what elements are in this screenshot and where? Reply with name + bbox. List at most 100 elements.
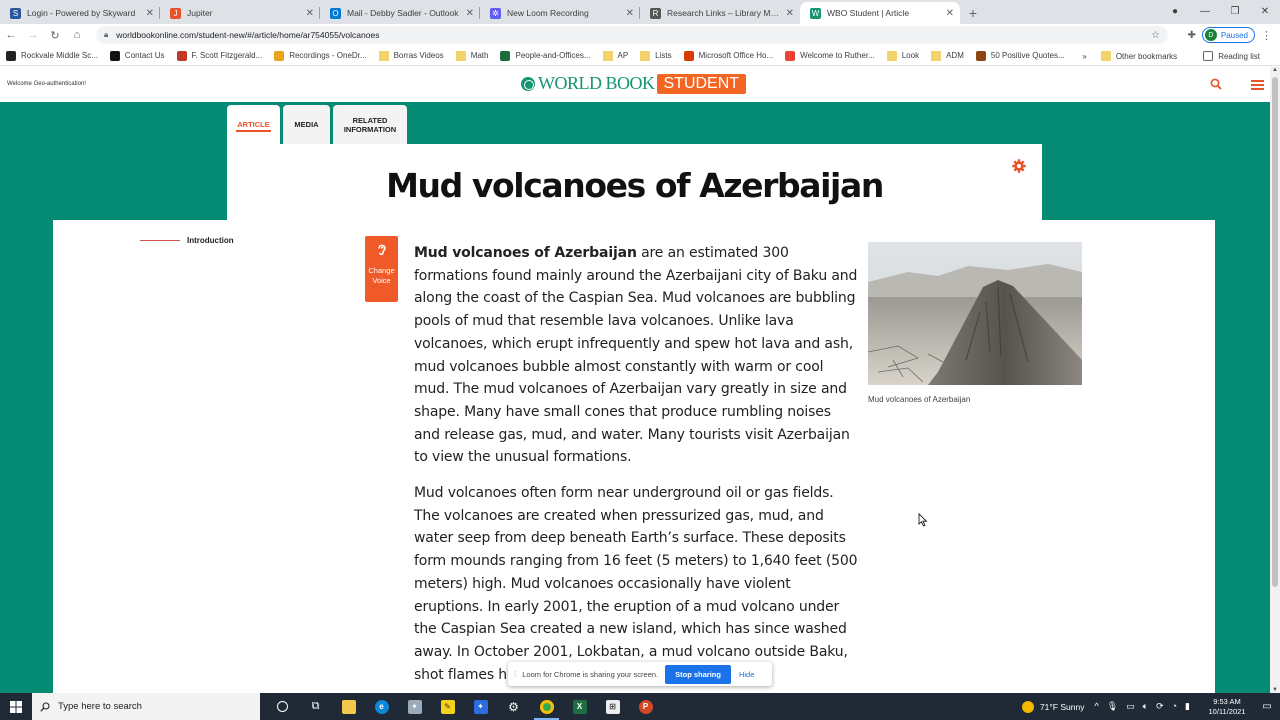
photos-icon[interactable]: ✦ <box>398 693 431 720</box>
weather-sun-icon[interactable] <box>1021 700 1034 713</box>
bookmark-favicon-icon <box>176 50 187 61</box>
reading-list-button[interactable]: Reading list <box>1203 51 1260 61</box>
home-icon[interactable]: ⌂ <box>66 29 88 41</box>
bookmark-item[interactable]: Look <box>886 50 919 61</box>
browser-tab-worldbook[interactable]: W WBO Student | Article ✕ <box>800 2 960 24</box>
wifi-icon[interactable]: ◔ <box>1172 701 1177 712</box>
tab-related-information[interactable]: RELATED INFORMATION <box>333 105 407 144</box>
article-figure[interactable]: Mud volcanoes of Azerbaijan <box>868 242 1082 404</box>
profile-button[interactable]: D Paused <box>1201 27 1255 43</box>
search-icon[interactable] <box>1210 78 1222 90</box>
taskbar-search-box[interactable]: Type here to search <box>32 693 260 720</box>
windows-start-icon[interactable] <box>0 693 32 720</box>
other-bookmarks-label: Other bookmarks <box>1115 51 1178 61</box>
scrollbar-thumb[interactable] <box>1272 77 1278 587</box>
tab-media[interactable]: MEDIA <box>283 105 330 144</box>
close-icon[interactable]: ✕ <box>146 8 154 19</box>
forward-arrow-icon[interactable]: → <box>22 29 44 41</box>
gear-icon[interactable] <box>1012 159 1026 173</box>
sync-icon[interactable]: ⟳ <box>1156 701 1164 712</box>
file-explorer-icon[interactable] <box>332 693 365 720</box>
bookmark-star-icon[interactable]: ☆ <box>1151 30 1160 41</box>
close-icon[interactable]: ✕ <box>626 8 634 19</box>
task-view-icon[interactable]: ⧉ <box>299 693 332 720</box>
page-scrollbar[interactable]: ▲ ▼ <box>1270 67 1280 693</box>
browser-tab-research[interactable]: R Research Links – Library Media C ✕ <box>640 2 800 24</box>
store-icon[interactable]: ⊞ <box>596 693 629 720</box>
other-bookmarks-folder[interactable]: Other bookmarks <box>1100 51 1178 61</box>
chevron-up-icon[interactable]: ^ <box>1094 701 1098 712</box>
scroll-up-arrow-icon[interactable]: ▲ <box>1270 67 1280 73</box>
toc-item-introduction[interactable]: Introduction <box>140 236 234 245</box>
close-icon[interactable]: ✕ <box>946 8 954 19</box>
bookmark-item[interactable]: Borras Videos <box>378 50 444 61</box>
browser-tab-jupiter[interactable]: J Jupiter ✕ <box>160 2 320 24</box>
restore-icon[interactable]: ❐ <box>1220 6 1250 17</box>
bookmark-item[interactable]: 50 Positive Quotes... <box>975 50 1065 61</box>
bookmark-item[interactable]: Math <box>455 50 488 61</box>
change-voice-button[interactable]: Change Voice <box>365 236 398 302</box>
bookmark-item[interactable]: AP <box>602 50 629 61</box>
minimize-icon[interactable]: — <box>1190 6 1220 17</box>
browser-tab-outlook[interactable]: O Mail - Debby Sadler - Outlook ✕ <box>320 2 480 24</box>
bookmark-item[interactable]: Recordings - OneDr... <box>274 50 367 61</box>
powerpoint-icon[interactable]: P <box>629 693 662 720</box>
chrome-icon[interactable] <box>530 693 563 720</box>
folder-icon <box>1100 51 1111 61</box>
clock-date: 10/11/2021 <box>1208 706 1246 716</box>
back-arrow-icon[interactable]: ← <box>0 29 22 41</box>
drag-handle-icon[interactable]: ⁞ <box>514 670 516 679</box>
reload-icon[interactable]: ↻ <box>44 29 66 42</box>
bookmark-label: AP <box>617 51 629 60</box>
cortana-icon[interactable] <box>266 693 299 720</box>
app-icon[interactable]: ✦ <box>464 693 497 720</box>
page-title: Mud volcanoes of Azerbaijan <box>386 166 884 205</box>
bookmark-item[interactable]: ADM <box>931 50 964 61</box>
sticky-notes-icon[interactable]: ✎ <box>431 693 464 720</box>
bookmark-item[interactable]: Microsoft Office Ho... <box>683 50 773 61</box>
close-icon[interactable]: ✕ <box>786 8 794 19</box>
tab-search-icon[interactable]: ● <box>1160 6 1190 17</box>
hide-link[interactable]: Hide <box>739 670 754 679</box>
bookmark-item[interactable]: Rockvale Middle Sc... <box>6 50 98 61</box>
loom-sharing-bar: ⁞ Loom for Chrome is sharing your screen… <box>508 662 772 686</box>
lock-icon[interactable]: 🔒︎ <box>104 30 108 40</box>
bookmark-item[interactable]: Welcome to Ruther... <box>785 50 875 61</box>
more-bookmarks-chevron-icon[interactable]: » <box>1082 52 1086 61</box>
extensions-puzzle-icon[interactable]: ✚ <box>1187 30 1195 41</box>
tab-article[interactable]: ARTICLE <box>227 105 280 144</box>
logo-text: WORLD BOOK <box>538 73 655 93</box>
bookmark-item[interactable]: Contact Us <box>109 50 165 61</box>
edge-icon[interactable]: e <box>365 693 398 720</box>
excel-icon[interactable]: X <box>563 693 596 720</box>
close-icon[interactable]: ✕ <box>306 8 314 19</box>
volume-icon[interactable]: 🔈︎ <box>1143 701 1148 712</box>
address-bar[interactable]: 🔒︎ worldbookonline.com/student-new/#/art… <box>96 26 1168 44</box>
title-card: Mud volcanoes of Azerbaijan <box>227 144 1042 220</box>
mud-volcano-photo[interactable] <box>868 242 1082 385</box>
hamburger-menu-icon[interactable] <box>1251 80 1264 90</box>
notification-icon[interactable]: ▭ <box>1254 701 1280 712</box>
new-tab-plus-icon[interactable]: + <box>960 2 986 24</box>
weather-text[interactable]: 71°F Sunny <box>1040 702 1085 712</box>
bookmark-item[interactable]: People-and-Offices... <box>500 50 591 61</box>
world-book-student-logo[interactable]: WORLD BOOK STUDENT <box>521 73 747 94</box>
close-icon[interactable]: ✕ <box>466 8 474 19</box>
tab-title: WBO Student | Article <box>827 8 910 18</box>
bookmark-favicon-icon <box>6 50 16 61</box>
bookmark-item[interactable]: F. Scott Fitzgerald... <box>176 50 262 61</box>
taskbar-clock[interactable]: 9:53 AM 10/11/2021 <box>1200 697 1254 717</box>
microphone-icon[interactable]: 🎙︎ <box>1107 701 1118 712</box>
close-window-icon[interactable]: ✕ <box>1250 6 1280 17</box>
bookmark-item[interactable]: Lists <box>640 50 672 61</box>
battery-icon[interactable]: ▮ <box>1185 701 1190 712</box>
more-menu-icon[interactable]: ⋮ <box>1261 29 1272 42</box>
settings-gear-icon[interactable]: ⚙ <box>497 693 530 720</box>
paragraph: Mud volcanoes often form near undergroun… <box>414 485 858 683</box>
skyward-favicon-icon: S <box>10 7 21 19</box>
stop-sharing-button[interactable]: Stop sharing <box>665 664 731 684</box>
network-icon[interactable]: ▭ <box>1126 701 1135 712</box>
browser-tab-loom[interactable]: ✲ New Loom Recording ✕ <box>480 2 640 24</box>
browser-tab-skyward[interactable]: S Login - Powered by Skyward ✕ <box>0 2 160 24</box>
bookmark-label: Lists <box>655 51 672 60</box>
